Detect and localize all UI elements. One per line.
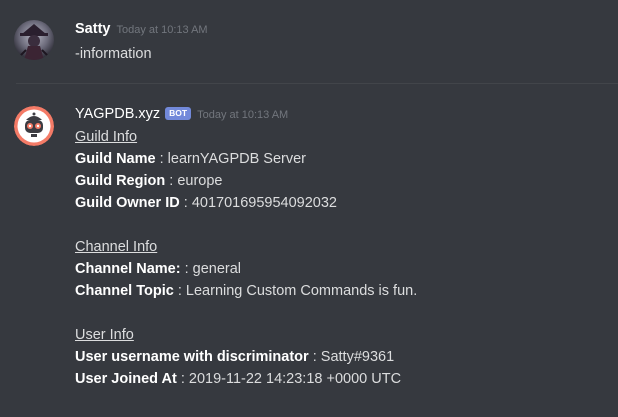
field-separator: : xyxy=(165,173,178,189)
field-separator: : xyxy=(180,261,193,277)
message-content: -information xyxy=(75,43,602,65)
field-guild-name: Guild Name : learnYAGPDB Server xyxy=(75,148,602,170)
message-divider xyxy=(16,83,618,84)
field-label: User username with discriminator xyxy=(75,349,309,365)
field-channel-topic: Channel Topic : Learning Custom Commands… xyxy=(75,280,602,302)
field-label: Guild Name xyxy=(75,151,156,167)
field-guild-owner-id: Guild Owner ID : 401701695954092032 xyxy=(75,192,602,214)
robot-avatar-icon xyxy=(14,106,54,146)
field-separator: : xyxy=(176,371,189,387)
avatar-satty[interactable] xyxy=(14,20,54,60)
message-content: Guild Info Guild Name : learnYAGPDB Serv… xyxy=(75,126,602,390)
bot-badge: BOT xyxy=(165,107,192,120)
message-yagpdb: YAGPDB.xyz BOT Today at 10:13 AM Guild I… xyxy=(0,106,618,390)
field-separator: : xyxy=(308,349,321,365)
message-satty: Satty Today at 10:13 AM -information xyxy=(0,0,618,63)
field-value: general xyxy=(192,261,242,277)
field-user-joined-at: User Joined At : 2019-11-22 14:23:18 +00… xyxy=(75,368,602,390)
avatar-yagpdb[interactable] xyxy=(14,106,54,146)
field-label: Channel Topic xyxy=(75,283,174,299)
field-label: Channel Name: xyxy=(75,261,181,277)
message-text: -information xyxy=(75,46,152,62)
field-label: User Joined At xyxy=(75,371,177,387)
field-separator: : xyxy=(155,151,168,167)
field-value: learnYAGPDB Server xyxy=(167,151,307,167)
field-separator: : xyxy=(179,195,192,211)
field-label: Guild Region xyxy=(75,173,166,189)
section-heading-user-info: User Info xyxy=(75,327,134,343)
timestamp: Today at 10:13 AM xyxy=(197,109,289,121)
field-user-username: User username with discriminator : Satty… xyxy=(75,346,602,368)
field-label: Guild Owner ID xyxy=(75,195,180,211)
field-value: europe xyxy=(177,173,223,189)
field-value: Learning Custom Commands is fun. xyxy=(185,283,418,299)
timestamp: Today at 10:13 AM xyxy=(116,24,208,36)
username[interactable]: YAGPDB.xyz xyxy=(75,106,160,122)
field-value: 2019-11-22 14:23:18 +0000 UTC xyxy=(188,371,402,387)
username[interactable]: Satty xyxy=(75,21,110,37)
field-guild-region: Guild Region : europe xyxy=(75,170,602,192)
field-separator: : xyxy=(173,283,186,299)
user-avatar-icon xyxy=(14,20,54,60)
section-heading-channel-info: Channel Info xyxy=(75,239,158,255)
section-heading-guild-info: Guild Info xyxy=(75,129,138,145)
field-channel-name: Channel Name: : general xyxy=(75,258,602,280)
field-value: Satty#9361 xyxy=(320,349,395,365)
field-value: 401701695954092032 xyxy=(191,195,337,211)
